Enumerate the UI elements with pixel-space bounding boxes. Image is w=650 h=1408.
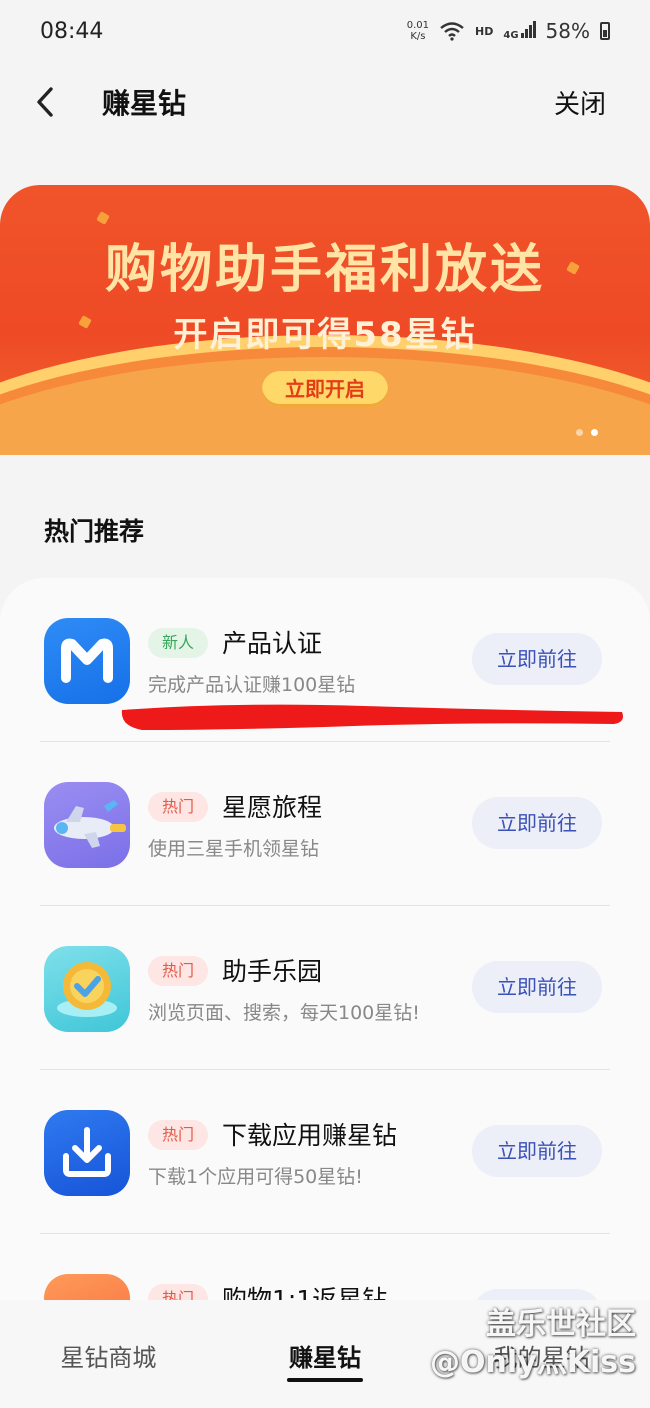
check-coin-icon xyxy=(44,946,130,1032)
task-tag: 热门 xyxy=(148,956,209,986)
task-item-product-cert[interactable]: 新人 产品认证 完成产品认证赚100星钻 立即前往 xyxy=(0,578,650,742)
battery-percent: 58% xyxy=(545,19,590,43)
carousel-dot-active xyxy=(591,429,598,436)
task-name: 星愿旅程 xyxy=(222,793,323,822)
go-button[interactable]: 立即前往 xyxy=(472,961,602,1013)
banner-open-button[interactable]: 立即开启 xyxy=(262,371,388,407)
task-name: 产品认证 xyxy=(222,629,323,658)
go-button[interactable]: 立即前往 xyxy=(472,797,602,849)
task-item-star-journey[interactable]: 热门 星愿旅程 使用三星手机领星钻 立即前往 xyxy=(0,742,650,906)
watermark: 盖乐世社区 @Only灬Kiss xyxy=(430,1307,636,1380)
banner-subtitle: 开启即可得58星钻 xyxy=(173,315,477,355)
promo-banner[interactable]: 购物助手福利放送 开启即可得58星钻 立即开启 xyxy=(0,185,650,455)
status-bar: 08:44 0.01 K/s HD 4G 58% xyxy=(0,0,650,62)
net-speed: 0.01 K/s xyxy=(406,20,430,42)
active-tab-indicator xyxy=(287,1378,363,1382)
carousel-indicator xyxy=(576,429,598,436)
task-desc: 下载1个应用可得50星钻! xyxy=(148,1166,363,1188)
banner-title: 购物助手福利放送 xyxy=(104,240,545,300)
task-tag: 热门 xyxy=(148,1120,209,1150)
task-name: 下载应用赚星钻 xyxy=(222,1121,398,1150)
carousel-dot xyxy=(576,429,583,436)
task-item-download-app[interactable]: 热门 下载应用赚星钻 下载1个应用可得50星钻! 立即前往 xyxy=(0,1070,650,1234)
task-list: 新人 产品认证 完成产品认证赚100星钻 立即前往 热门 星愿旅程 使用三星手机… xyxy=(0,578,650,1360)
tab-star-mall[interactable]: 星钻商城 xyxy=(0,1300,217,1408)
task-desc: 浏览页面、搜索，每天100星钻! xyxy=(148,1002,420,1024)
airplane-icon xyxy=(44,782,130,868)
task-item-assistant-park[interactable]: 热门 助手乐园 浏览页面、搜索，每天100星钻! 立即前往 xyxy=(0,906,650,1070)
signal-icon: 4G xyxy=(503,21,536,41)
task-desc: 使用三星手机领星钻 xyxy=(148,838,320,860)
task-name: 助手乐园 xyxy=(222,957,323,986)
chevron-left-icon xyxy=(37,87,53,117)
download-icon xyxy=(44,1110,130,1196)
red-underline-annotation xyxy=(121,704,624,730)
section-title: 热门推荐 xyxy=(44,517,145,546)
task-desc: 完成产品认证赚100星钻 xyxy=(148,674,356,696)
task-tag: 新人 xyxy=(148,628,209,658)
go-button[interactable]: 立即前往 xyxy=(472,1125,602,1177)
page-title: 赚星钻 xyxy=(102,87,187,120)
wifi-icon xyxy=(440,22,464,41)
close-button[interactable]: 关闭 xyxy=(554,84,606,121)
go-button[interactable]: 立即前往 xyxy=(472,633,602,685)
back-button[interactable] xyxy=(0,62,90,142)
hd-indicator: HD xyxy=(475,24,494,38)
status-time: 08:44 xyxy=(40,18,104,44)
tab-earn-stars[interactable]: 赚星钻 xyxy=(217,1300,434,1408)
confetti-decoration xyxy=(96,211,110,225)
battery-icon xyxy=(600,22,610,40)
task-tag: 热门 xyxy=(148,792,209,822)
m-logo-icon xyxy=(44,618,130,704)
title-bar: 赚星钻 关闭 xyxy=(0,62,650,142)
